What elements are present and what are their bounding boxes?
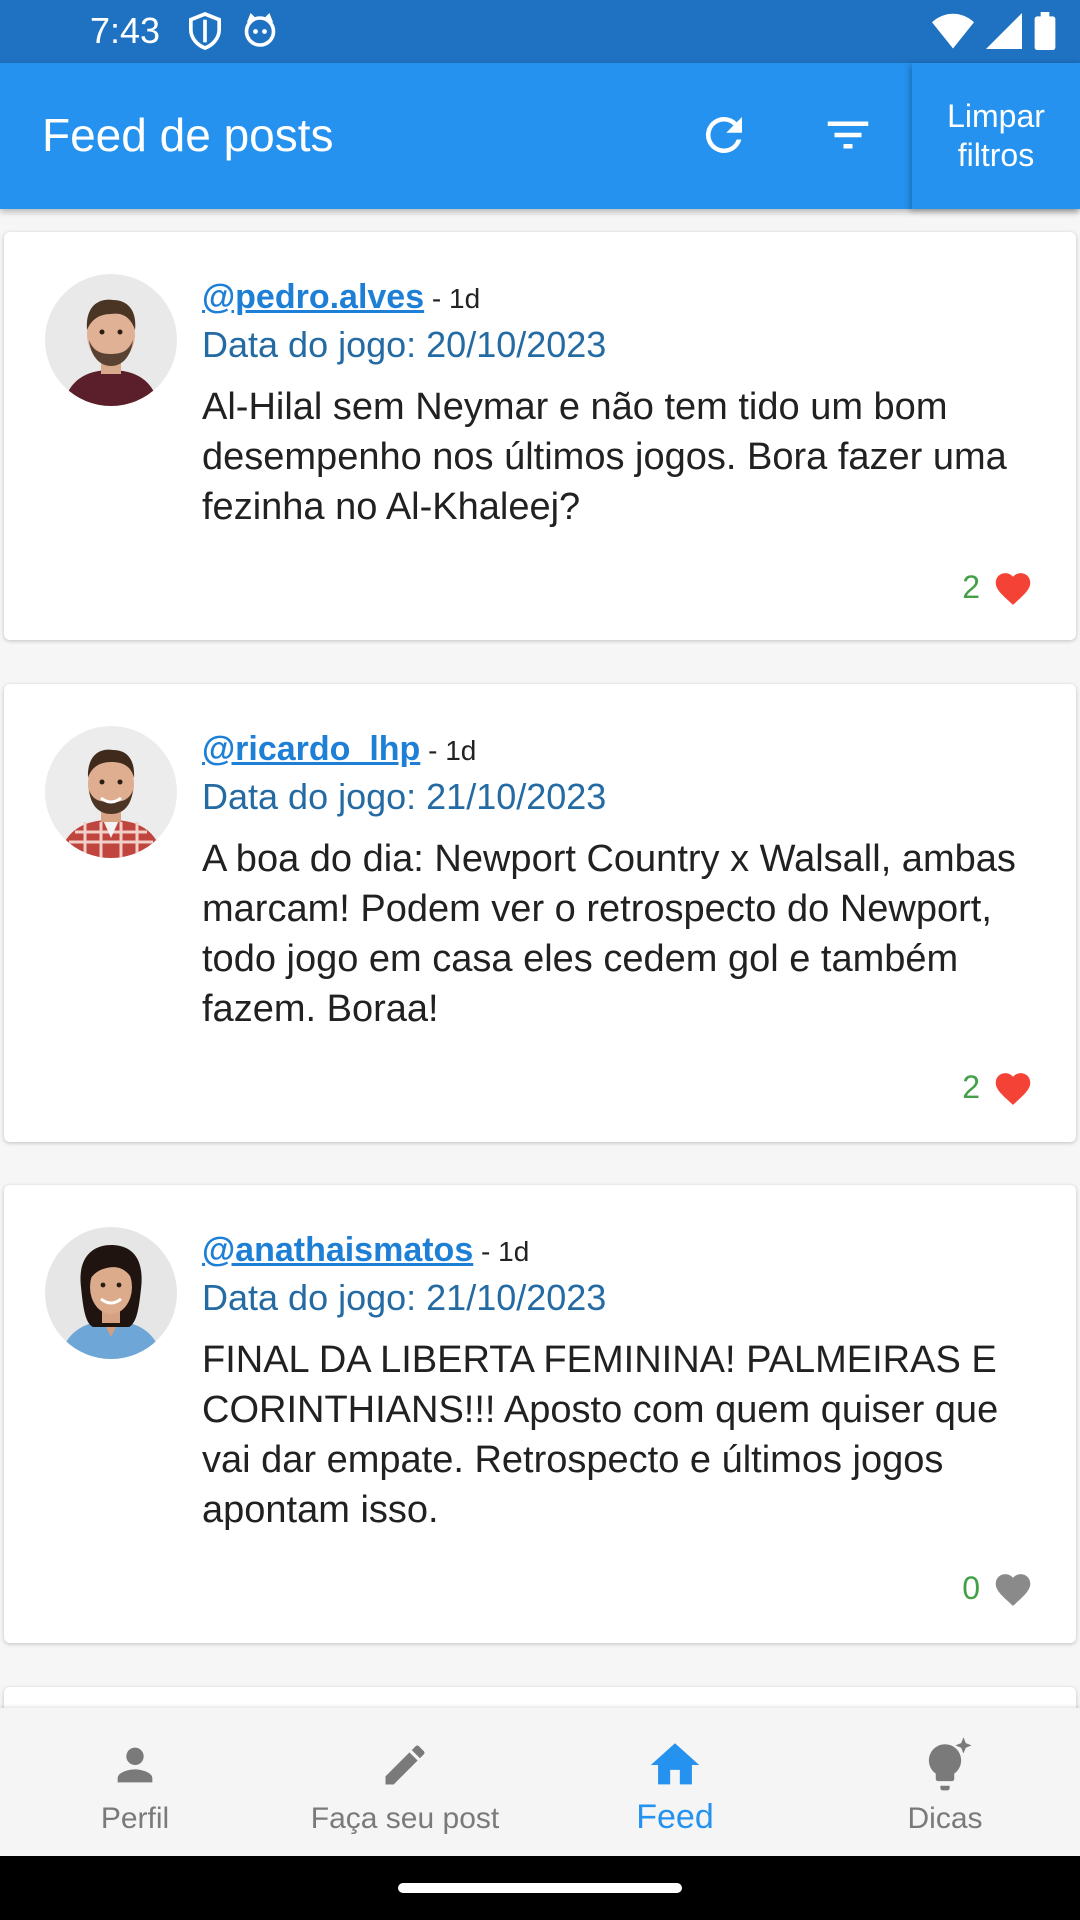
- post-age: - 1d: [473, 1236, 530, 1267]
- cat-face-icon: [244, 12, 276, 47]
- heart-outline-icon[interactable]: [992, 1569, 1034, 1607]
- nav-label-perfil: Perfil: [100, 1802, 170, 1835]
- home-gesture-handle[interactable]: [398, 1883, 682, 1893]
- post-text: A boa do dia: Newport Country x Walsall,…: [202, 838, 1016, 1030]
- username-link[interactable]: @anathaismatos: [202, 1231, 473, 1269]
- nav-label-post: Faça seu post: [310, 1802, 500, 1835]
- clear-filters-label-line2: filtros: [957, 137, 1035, 173]
- like-count: 2: [962, 568, 980, 605]
- post-meta: @ricardo_lhp - 1d: [202, 724, 1052, 774]
- nav-item-post[interactable]: Faça seu post: [270, 1736, 540, 1836]
- post-body: @ricardo_lhp - 1d Data do jogo: 21/10/20…: [202, 724, 1052, 1034]
- like-count: 2: [962, 1068, 980, 1105]
- refresh-button[interactable]: [688, 99, 760, 171]
- page-title: Feed de posts: [42, 109, 334, 161]
- like-control[interactable]: 0: [962, 1569, 1034, 1607]
- person-icon: [117, 1747, 153, 1783]
- pencil-icon: [385, 1745, 425, 1785]
- refresh-icon: [705, 116, 742, 153]
- nav-label-dicas: Dicas: [907, 1802, 983, 1835]
- like-control[interactable]: 2: [962, 568, 1034, 606]
- status-notification-icons: [188, 12, 278, 50]
- heart-icon[interactable]: [992, 568, 1034, 606]
- nav-item-feed[interactable]: Feed: [540, 1736, 810, 1837]
- game-date: Data do jogo: 21/10/2023: [202, 1277, 607, 1318]
- nav-label-feed: Feed: [636, 1798, 714, 1836]
- nav-item-dicas[interactable]: Dicas: [810, 1736, 1080, 1836]
- system-navigation-bar: [0, 1856, 1080, 1920]
- post-text: Al-Hilal sem Neymar e não tem tido um bo…: [202, 386, 1007, 528]
- battery-icon: [1034, 12, 1056, 50]
- post-meta: @anathaismatos - 1d: [202, 1225, 1052, 1275]
- post-body: @pedro.alves - 1d Data do jogo: 20/10/20…: [202, 272, 1052, 532]
- heart-icon[interactable]: [992, 1068, 1034, 1106]
- avatar[interactable]: [45, 1227, 177, 1359]
- username-link[interactable]: @pedro.alves: [202, 278, 424, 316]
- status-bar: 7:43: [0, 0, 1080, 63]
- bottom-navigation: Perfil Faça seu post Feed Dicas: [0, 1708, 1080, 1856]
- post-age: - 1d: [424, 283, 481, 314]
- avatar[interactable]: [45, 274, 177, 406]
- nav-item-perfil[interactable]: Perfil: [0, 1736, 270, 1836]
- username-link[interactable]: @ricardo_lhp: [202, 730, 420, 768]
- post-card: @anathaismatos - 1d Data do jogo: 21/10/…: [4, 1185, 1076, 1643]
- post-card-partial: [4, 1687, 1076, 1709]
- post-card: @pedro.alves - 1d Data do jogo: 20/10/20…: [4, 232, 1076, 640]
- clear-filters-button[interactable]: Limpar filtros: [912, 63, 1080, 209]
- game-date: Data do jogo: 20/10/2023: [202, 324, 607, 365]
- like-count: 0: [962, 1569, 980, 1606]
- like-control[interactable]: 2: [962, 1068, 1034, 1106]
- status-system-icons: [932, 12, 1056, 50]
- status-time: 7:43: [90, 10, 161, 51]
- game-date: Data do jogo: 21/10/2023: [202, 776, 607, 817]
- filter-button[interactable]: [812, 99, 884, 171]
- cellular-signal-icon: [986, 13, 1022, 49]
- clear-filters-label-line1: Limpar: [947, 98, 1045, 134]
- shield-icon: [188, 12, 222, 50]
- post-meta: @pedro.alves - 1d: [202, 272, 1052, 322]
- posts-feed[interactable]: @pedro.alves - 1d Data do jogo: 20/10/20…: [0, 209, 1080, 1709]
- post-text: FINAL DA LIBERTA FEMININA! PALMEIRAS E C…: [202, 1339, 999, 1531]
- app-bar: Feed de posts Limpar filtros: [0, 63, 1080, 209]
- home-icon: [650, 1743, 700, 1785]
- filter-icon: [827, 121, 869, 149]
- post-age: - 1d: [420, 735, 477, 766]
- post-body: @anathaismatos - 1d Data do jogo: 21/10/…: [202, 1225, 1052, 1535]
- lightbulb-icon: [928, 1737, 972, 1791]
- wifi-icon: [932, 13, 974, 49]
- post-card: @ricardo_lhp - 1d Data do jogo: 21/10/20…: [4, 684, 1076, 1142]
- avatar[interactable]: [45, 726, 177, 858]
